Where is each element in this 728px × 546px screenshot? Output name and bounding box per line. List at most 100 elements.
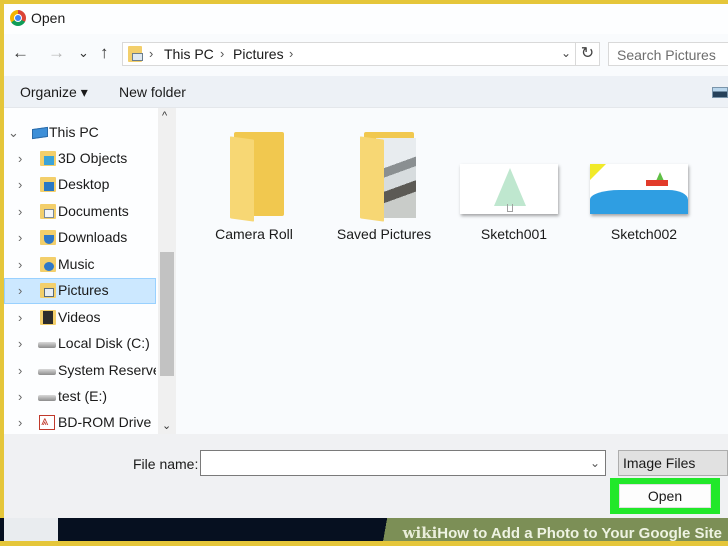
chevron-right-icon[interactable]: › [18,415,22,430]
sidebar-item-label: Downloads [58,229,128,245]
breadcrumb-separator[interactable]: › [289,46,293,61]
chevron-right-icon[interactable]: › [18,336,22,351]
refresh-icon[interactable]: ↻ [576,42,600,66]
chevron-right-icon[interactable]: › [18,310,22,325]
sketch002-thumbnail [590,164,688,214]
chevron-right-icon[interactable]: › [18,177,22,192]
sidebar-item-label: test (E:) [58,388,108,404]
dialog-footer: File name: ⌄ Image Files Open [4,434,728,518]
chevron-right-icon[interactable]: › [18,151,22,166]
taskbar-item [4,518,58,542]
sidebar-item-local-disk-c[interactable]: › Local Disk (C:) [4,331,156,357]
open-file-dialog: Open ← → ⌄ ↑ › This PC › Pictures › ⌄ ↻ … [4,4,728,518]
scrollbar-thumb[interactable] [160,252,174,376]
sidebar-item-desktop[interactable]: › Desktop [4,172,156,198]
sidebar-item-label: 3D Objects [58,150,128,166]
sidebar-item-system-reserved[interactable]: › System Reserved [4,358,156,384]
sidebar-item-label: Desktop [58,176,110,192]
boat-drawing [646,180,668,186]
sidebar-item-label: This PC [49,124,99,140]
address-dropdown-icon[interactable]: ⌄ [561,46,571,60]
sidebar-item-label: System Reserved [58,362,156,378]
file-item-sketch002[interactable]: Sketch002 [582,128,706,248]
breadcrumb-separator: › [149,46,154,61]
drive-icon [38,395,56,401]
downloads-icon [40,230,56,245]
file-item-camera-roll[interactable]: Camera Roll [192,128,316,248]
address-bar[interactable]: › This PC › Pictures › ⌄ [122,42,576,66]
sidebar-item-label: BD-ROM Drive ( [58,414,156,430]
chevron-right-icon[interactable]: › [18,204,22,219]
watermark-brand: wiki [402,524,438,542]
chevron-right-icon[interactable]: › [18,230,22,245]
breadcrumb-separator: › [220,46,225,61]
expanded-chevron-icon[interactable]: ⌄ [8,125,19,141]
sun-drawing [590,164,606,180]
sidebar-item-documents[interactable]: › Documents [4,199,156,225]
navigation-pane: ⌄ This PC › 3D Objects › Desktop › Docum… [4,108,176,434]
chrome-icon [10,10,26,26]
pictures-icon [40,283,56,298]
sidebar-item-bd-rom-drive[interactable]: › BD-ROM Drive ( [4,410,156,436]
sidebar-item-label: Music [58,256,95,272]
breadcrumb-pictures[interactable]: Pictures [233,46,284,62]
drive-icon [38,342,56,348]
sea-drawing [590,190,688,214]
chevron-right-icon[interactable]: › [18,257,22,272]
scroll-up-icon[interactable]: ^ [162,110,167,122]
new-folder-button[interactable]: New folder [119,84,186,100]
navigation-bar: ← → ⌄ ↑ › This PC › Pictures › ⌄ ↻ Searc… [4,40,728,70]
sidebar-scrollbar[interactable]: ^ ⌄ [158,108,176,434]
chevron-down-icon[interactable]: ⌄ [78,43,89,63]
sidebar-item-downloads[interactable]: › Downloads [4,225,156,251]
sidebar-item-pictures[interactable]: › Pictures [4,278,156,304]
folder-with-photo-icon [360,132,418,222]
breadcrumb-this-pc[interactable]: This PC [164,46,214,62]
pictures-folder-icon [128,46,143,62]
file-item-label: Saved Pictures [336,226,432,242]
computer-icon [32,126,48,140]
arrow-right-icon[interactable]: → [48,43,65,63]
chevron-right-icon[interactable]: › [18,283,22,298]
watermark-title: How to Add a Photo to Your Google Site [437,525,722,542]
sidebar-item-label: Local Disk (C:) [58,335,150,351]
window-title: Open [31,10,66,26]
arrow-left-icon[interactable]: ← [12,43,29,63]
file-item-label: Camera Roll [215,226,293,242]
arrow-up-icon[interactable]: ↑ [100,43,109,63]
sidebar-item-music[interactable]: › Music [4,252,156,278]
desktop-icon [40,177,56,192]
frame-border [0,541,728,546]
sketch001-thumbnail [460,164,558,214]
chevron-right-icon[interactable]: › [18,389,22,404]
open-button[interactable]: Open [619,484,711,508]
command-toolbar: Organize ▾ New folder [4,76,728,108]
bd-rom-icon [39,413,55,430]
open-button-highlight: Open [610,478,720,514]
file-type-select[interactable]: Image Files [618,450,728,476]
organize-button[interactable]: Organize ▾ [20,84,88,101]
documents-icon [40,204,56,219]
chevron-right-icon[interactable]: › [18,363,22,378]
file-item-label: Sketch001 [480,226,548,242]
title-bar: Open [4,4,728,34]
file-item-sketch001[interactable]: Sketch001 [452,128,576,248]
sidebar-item-videos[interactable]: › Videos [4,305,156,331]
sidebar-item-this-pc[interactable]: ⌄ This PC [4,120,156,146]
sidebar-item-label: Documents [58,203,129,219]
file-item-saved-pictures[interactable]: Saved Pictures [322,128,446,248]
scroll-down-icon[interactable]: ⌄ [162,419,171,432]
sidebar-item-label: Pictures [58,282,109,298]
file-name-label: File name: [133,456,199,472]
file-list: Camera Roll Saved Pictures Sketch001 Ske… [176,108,728,434]
sidebar-item-3d-objects[interactable]: › 3D Objects [4,146,156,172]
3d-objects-icon [40,151,56,166]
search-input[interactable]: Search Pictures [608,42,728,66]
music-icon [40,257,56,272]
sidebar-item-test-e[interactable]: › test (E:) [4,384,156,410]
videos-icon [40,310,56,325]
change-view-icon[interactable] [712,87,728,98]
file-name-input[interactable] [200,450,606,476]
file-item-label: Sketch002 [610,226,678,242]
tree-drawing [494,168,526,206]
